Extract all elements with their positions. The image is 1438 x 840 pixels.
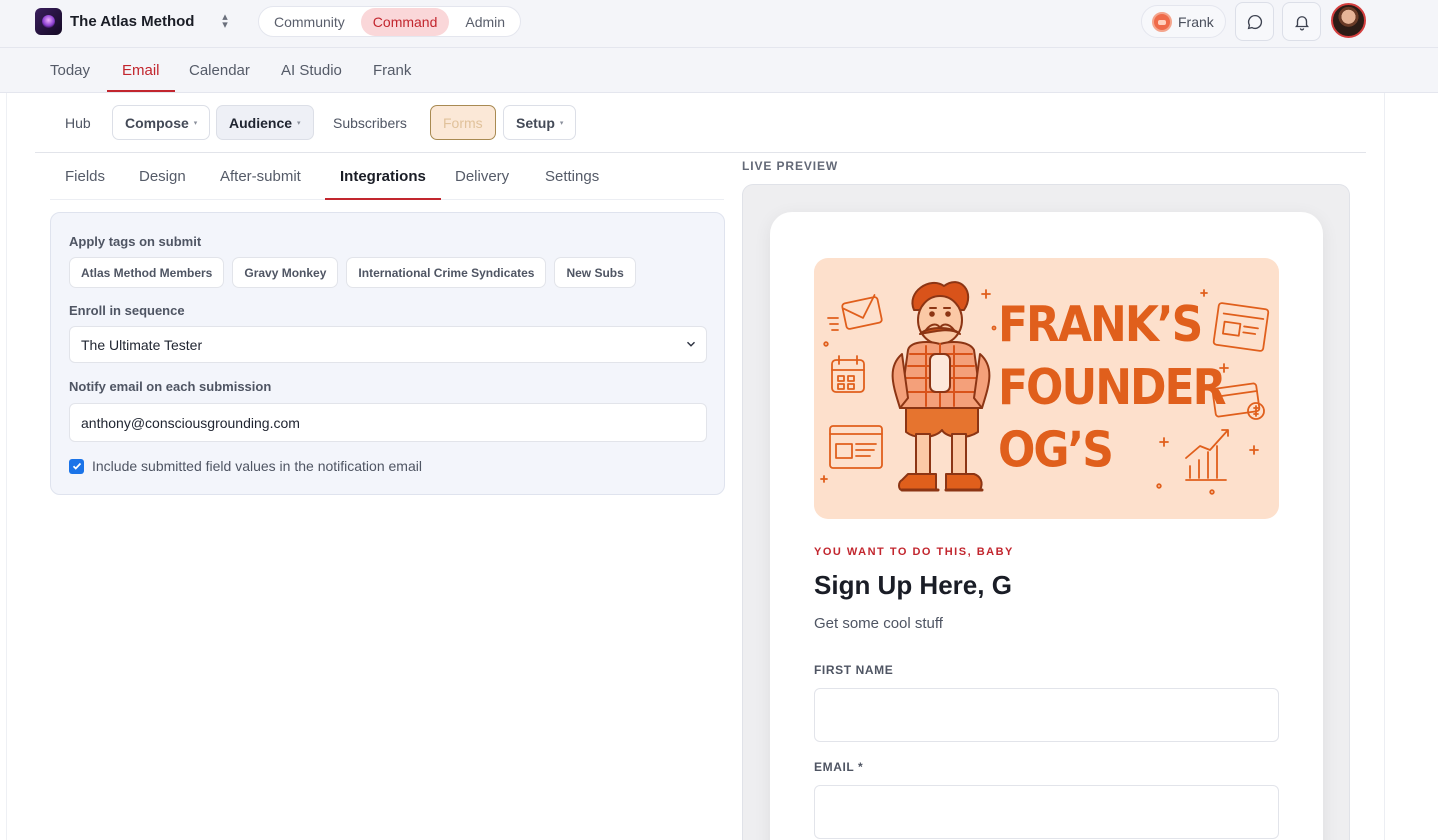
subnav-subscribers[interactable]: Subscribers: [321, 105, 419, 140]
subnav-forms-label: Forms: [443, 114, 483, 131]
hero-line: FOUNDER: [998, 358, 1226, 417]
hero-headline: FRANK’S FOUNDER OG’S: [998, 294, 1268, 482]
tab-integrations[interactable]: Integrations: [325, 154, 441, 200]
hero-line: FRANK’S: [998, 296, 1203, 354]
subnav-forms[interactable]: Forms: [430, 105, 496, 140]
form-title: Sign Up Here, G: [814, 570, 1012, 600]
tab-settings[interactable]: Settings: [545, 154, 599, 199]
subnav-hub[interactable]: Hub: [53, 105, 103, 140]
chat-bubble-icon: [1247, 14, 1262, 29]
subnav-setup[interactable]: Setup ▾: [503, 105, 577, 140]
user-chip-name: Frank: [1178, 13, 1214, 30]
mode-command[interactable]: Command: [360, 7, 450, 36]
orb-icon: [42, 15, 55, 28]
mode-community[interactable]: Community: [262, 8, 357, 36]
subnav-subscribers-label: Subscribers: [333, 114, 407, 131]
mode-switcher: Community Command Admin: [258, 6, 522, 37]
hero-line: OG’S: [998, 421, 1114, 479]
chat-button[interactable]: [1235, 2, 1274, 41]
page-edge-left: [6, 93, 7, 840]
integrations-panel: Apply tags on submit Atlas Method Member…: [50, 212, 725, 495]
live-preview-label: LIVE PREVIEW: [742, 159, 839, 173]
subnav-hub-label: Hub: [65, 114, 91, 131]
sequence-label: Enroll in sequence: [69, 303, 185, 318]
caret-down-icon: ▾: [559, 119, 564, 127]
form-eyebrow: YOU WANT TO DO THIS, BABY: [814, 546, 1014, 558]
page-edge-right: [1384, 93, 1385, 840]
tab-delivery[interactable]: Delivery: [455, 154, 509, 199]
form-subtitle: Get some cool stuff: [814, 615, 943, 632]
sequence-select[interactable]: The Ultimate Tester: [69, 326, 707, 363]
tags-label: Apply tags on submit: [69, 234, 202, 249]
nav-today[interactable]: Today: [50, 48, 90, 92]
notify-label: Notify email on each submission: [69, 379, 272, 394]
tab-after-submit[interactable]: After-submit: [220, 154, 301, 199]
chevron-up-down-icon[interactable]: ▴ ▾: [217, 12, 233, 31]
include-values-checkbox[interactable]: [69, 458, 84, 474]
subnav-compose-label: Compose: [125, 114, 189, 131]
email-subnav: Hub Compose ▾ Audience ▾ Subscribers For…: [35, 93, 1366, 153]
first-name-field[interactable]: [814, 688, 1279, 742]
top-bar: The Atlas Method ▴ ▾ Community Command Ad…: [0, 0, 1438, 48]
form-editor-tabs: Fields Design After-submit Integrations …: [50, 154, 724, 200]
atlas-logo[interactable]: [35, 8, 62, 35]
first-name-label: FIRST NAME: [814, 663, 894, 677]
checkmark-icon: [72, 462, 81, 470]
subnav-compose[interactable]: Compose ▾: [112, 105, 211, 140]
sequence-select-value: The Ultimate Tester: [81, 336, 203, 353]
tag-chip[interactable]: Gravy Monkey: [232, 257, 339, 288]
profile-avatar[interactable]: [1331, 3, 1366, 38]
nav-email[interactable]: Email: [107, 48, 174, 92]
workspace-name[interactable]: The Atlas Method: [70, 13, 194, 30]
live-preview-frame: FRANK’S FOUNDER OG’S YOU WANT TO DO THIS…: [742, 184, 1350, 840]
form-preview-card: FRANK’S FOUNDER OG’S YOU WANT TO DO THIS…: [770, 212, 1323, 840]
bell-icon: [1294, 15, 1309, 30]
nav-calendar[interactable]: Calendar: [189, 48, 250, 92]
subnav-audience[interactable]: Audience ▾: [216, 105, 314, 140]
chevron-down-icon: [687, 341, 695, 347]
tab-fields[interactable]: Fields: [65, 154, 105, 199]
mode-admin[interactable]: Admin: [453, 8, 517, 36]
tag-list: Atlas Method Members Gravy Monkey Intern…: [69, 257, 636, 288]
include-values-label[interactable]: Include submitted field values in the no…: [92, 458, 422, 474]
tag-chip[interactable]: Atlas Method Members: [69, 257, 225, 288]
nav-frank[interactable]: Frank: [373, 48, 411, 92]
include-values-row: Include submitted field values in the no…: [69, 458, 422, 474]
subnav-audience-label: Audience: [229, 114, 293, 131]
subnav-setup-label: Setup: [516, 114, 555, 131]
nav-ai-studio[interactable]: AI Studio: [281, 48, 342, 92]
hero-banner: FRANK’S FOUNDER OG’S: [814, 258, 1279, 519]
user-mini-avatar: [1152, 11, 1172, 32]
notify-email-input[interactable]: anthony@consciousgrounding.com: [69, 403, 707, 442]
tab-design[interactable]: Design: [139, 154, 186, 199]
user-chip[interactable]: Frank: [1141, 5, 1226, 38]
tag-chip[interactable]: New Subs: [554, 257, 636, 288]
email-label: EMAIL *: [814, 760, 864, 774]
primary-nav: Today Email Calendar AI Studio Frank: [0, 48, 1438, 93]
notifications-button[interactable]: [1282, 2, 1321, 41]
email-field[interactable]: [814, 785, 1279, 839]
caret-down-icon: ▾: [193, 119, 198, 127]
caret-down-icon: ▾: [297, 119, 301, 127]
tag-chip[interactable]: International Crime Syndicates: [346, 257, 547, 288]
